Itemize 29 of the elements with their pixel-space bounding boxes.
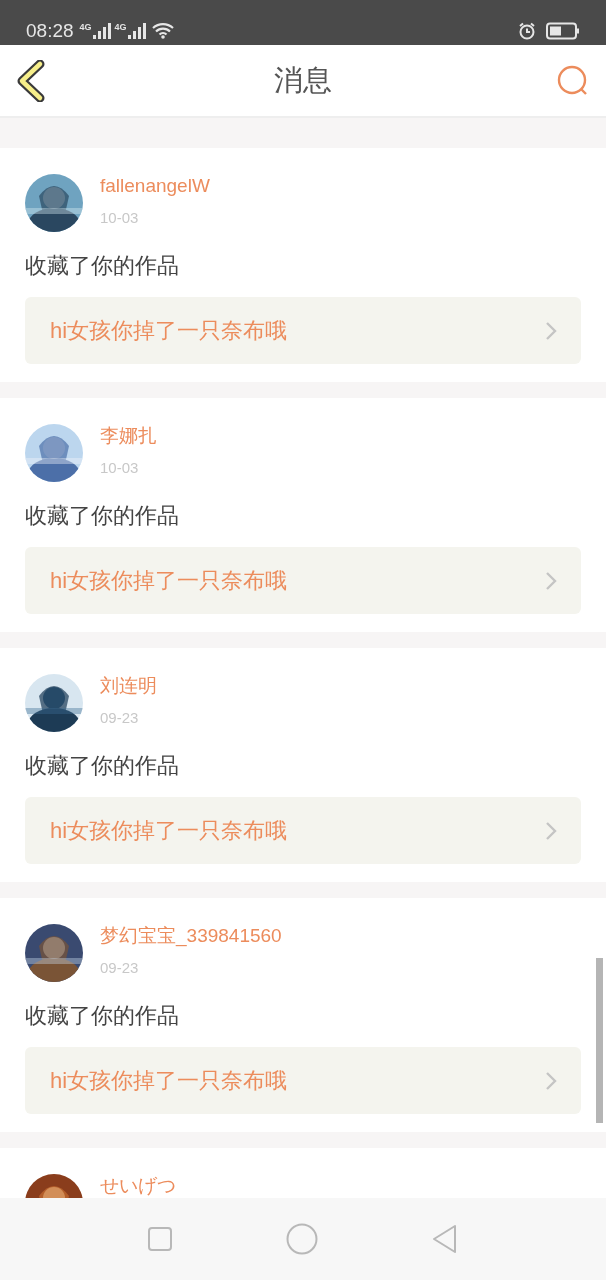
message-text: 收藏了你的作品 — [25, 502, 180, 530]
chevron-right-icon — [545, 1070, 557, 1091]
wifi-icon — [151, 22, 174, 39]
user-name[interactable]: 李娜扎 — [100, 425, 157, 447]
signal-icon — [92, 22, 111, 39]
chevron-right-icon — [545, 820, 557, 841]
chevron-right-icon — [545, 570, 557, 591]
network-label: 4G — [79, 22, 92, 32]
clock-time: 08:28 — [26, 21, 74, 40]
message-text: 收藏了你的作品 — [25, 1002, 180, 1030]
work-link[interactable]: hi女孩你掉了一只奈布哦 — [25, 1047, 581, 1114]
work-link[interactable]: hi女孩你掉了一只奈布哦 — [25, 297, 581, 364]
back-icon[interactable] — [16, 59, 46, 102]
message-text: 收藏了你的作品 — [25, 752, 180, 780]
user-name[interactable]: fallenangelW — [100, 175, 210, 197]
recent-apps-icon[interactable] — [146, 1226, 173, 1252]
chevron-right-icon — [545, 320, 557, 341]
work-link[interactable]: hi女孩你掉了一只奈布哦 — [25, 547, 581, 614]
work-link[interactable]: hi女孩你掉了一只奈布哦 — [25, 797, 581, 864]
alarm-icon — [518, 21, 536, 40]
user-name[interactable]: 梦幻宝宝_339841560 — [100, 925, 282, 947]
user-name[interactable]: 刘连明 — [100, 675, 157, 697]
message-text: 收藏了你的作品 — [25, 252, 180, 280]
home-icon[interactable] — [286, 1223, 318, 1255]
user-name[interactable]: せいげつ — [100, 1175, 176, 1197]
page-title: 消息 — [274, 62, 332, 98]
battery-icon — [546, 21, 580, 40]
signal-icon — [127, 22, 146, 39]
network-label: 4G — [114, 22, 127, 32]
